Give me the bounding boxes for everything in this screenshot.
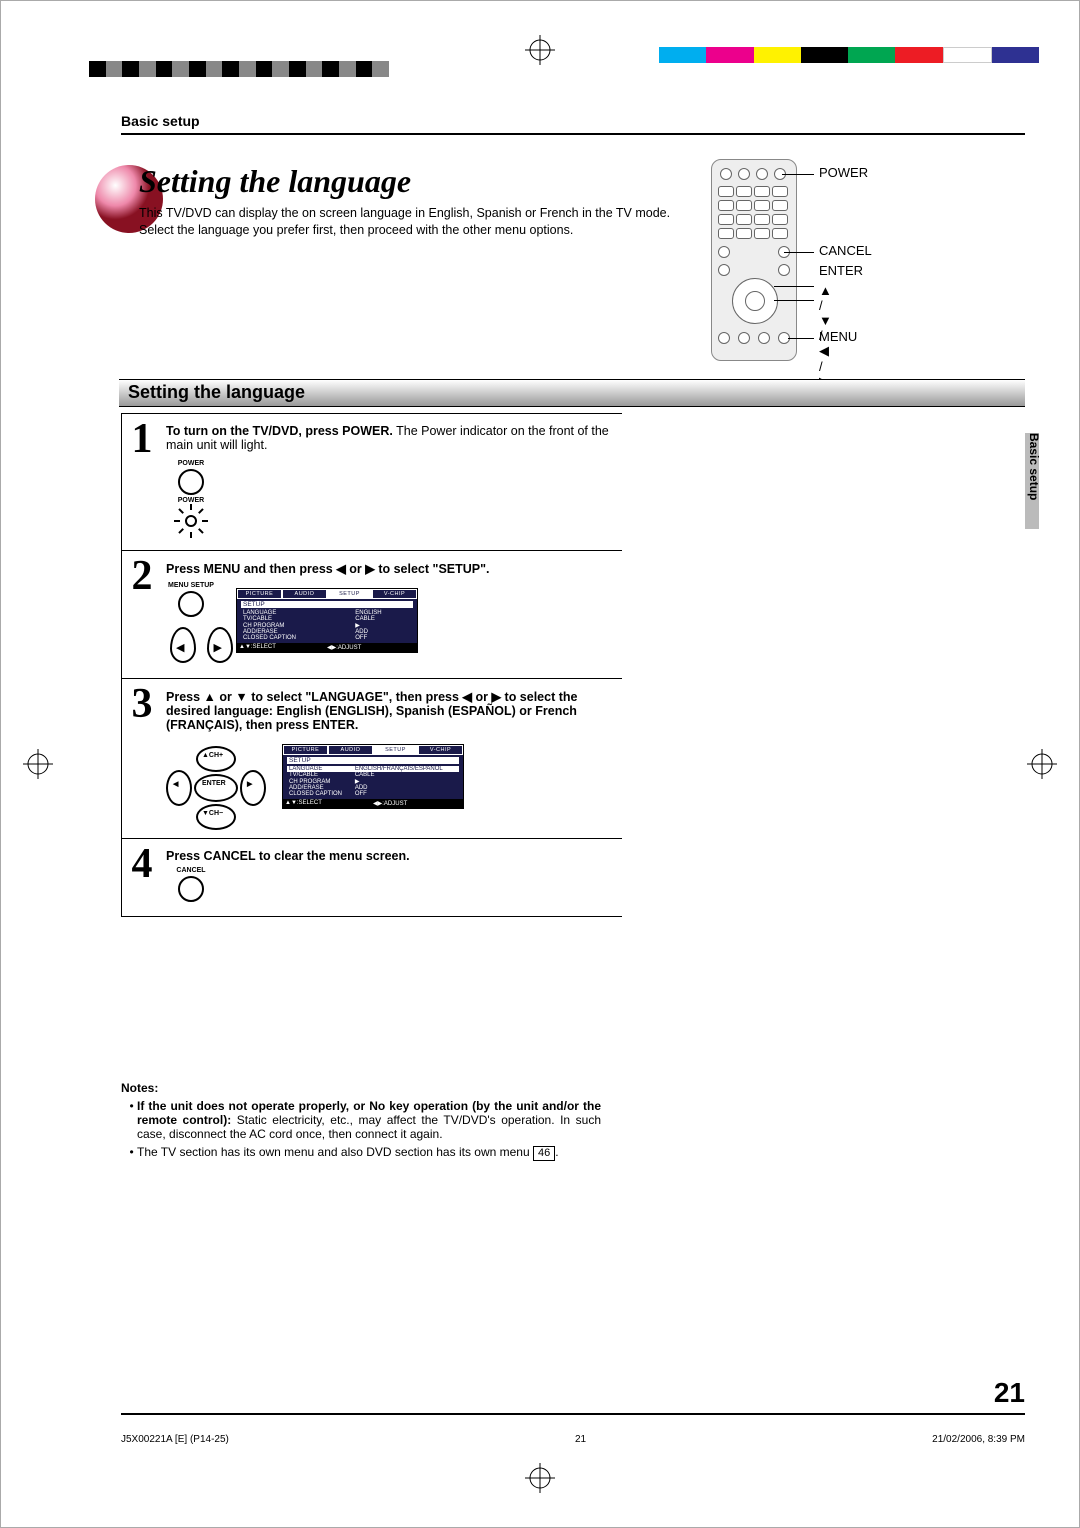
osd-tab: V-CHIP — [418, 745, 463, 755]
osd-tab: SETUP — [373, 745, 418, 755]
step-4: 4 Press CANCEL to clear the menu screen.… — [122, 838, 622, 916]
intro-p1: This TV/DVD can display the on screen la… — [139, 205, 689, 222]
power-button-label: POWER — [166, 460, 216, 467]
crop-mark-top — [525, 35, 555, 65]
osd-footer: ▲▼:SELECT — [239, 644, 327, 651]
step-2: 2 Press MENU and then press ◀ or ▶ to se… — [122, 550, 622, 678]
remote-diagram: POWER CANCEL ENTER ▲ / ▼ / ◀ / ▶ MENU — [711, 159, 797, 361]
osd-footer: ◀▶:ADJUST — [327, 644, 415, 651]
osd-footer: ▲▼:SELECT — [285, 800, 373, 807]
step-3-bold: Press ▲ or ▼ to select "LANGUAGE", then … — [166, 690, 577, 732]
step-2-bold: Press MENU and then press ◀ or ▶ to sele… — [166, 562, 490, 576]
step-1: 1 To turn on the TV/DVD, press POWER. Th… — [122, 413, 622, 550]
osd-tab: SETUP — [327, 589, 372, 599]
step-number: 1 — [122, 414, 162, 550]
note-1: If the unit does not operate properly, o… — [137, 1099, 601, 1141]
dpad-icon: ▲CH+ ▼CH− ENTER ◀ ▶ — [166, 746, 262, 826]
remote-label-menu: MENU — [819, 329, 857, 344]
osd-language-menu: PICTUREAUDIOSETUPV-CHIP SETUP LANGUAGEEN… — [282, 744, 464, 809]
dpad-enter: ENTER — [202, 780, 226, 787]
footer-left: J5X00221A [E] (P14-25) — [121, 1434, 229, 1445]
osd-header: SETUP — [287, 757, 459, 764]
step-3: 3 Press ▲ or ▼ to select "LANGUAGE", the… — [122, 678, 622, 838]
remote-label-cancel: CANCEL — [819, 243, 872, 258]
dpad-left: ◀ — [173, 780, 178, 788]
page-number: 21 — [994, 1377, 1025, 1409]
step-number: 2 — [122, 551, 162, 678]
intro-p2: Select the language you prefer first, th… — [139, 222, 689, 239]
crop-mark-bottom — [525, 1463, 555, 1493]
osd-tab: AUDIO — [328, 745, 373, 755]
dpad-up: ▲CH+ — [202, 752, 223, 759]
step-number: 3 — [122, 679, 162, 838]
osd-rows: LANGUAGEENGLISH/FRANÇAIS/ESPAÑOL TV/CABL… — [287, 766, 459, 797]
header-rule — [121, 133, 1025, 135]
section-bar-title: Setting the language — [128, 379, 305, 405]
power-button-icon — [178, 469, 204, 495]
footer-center: 21 — [575, 1434, 586, 1445]
menu-button-label: MENU SETUP — [166, 582, 216, 589]
steps-container: 1 To turn on the TV/DVD, press POWER. Th… — [121, 413, 622, 917]
remote-label-power: POWER — [819, 165, 868, 180]
notes-header: Notes: — [121, 1081, 601, 1095]
thumb-tab-label: Basic setup — [1027, 433, 1041, 500]
dpad-down: ▼CH− — [202, 810, 223, 817]
step-1-bold: To turn on the TV/DVD, press POWER. — [166, 424, 393, 438]
footer-right: 21/02/2006, 8:39 PM — [932, 1434, 1025, 1445]
osd-setup-menu: PICTUREAUDIOSETUPV-CHIP SETUP LANGUAGEEN… — [236, 588, 418, 653]
crop-mark-right — [1027, 749, 1057, 779]
osd-rows: LANGUAGEENGLISH TV/CABLECABLE CH PROGRAM… — [241, 610, 413, 641]
osd-tab: PICTURE — [283, 745, 328, 755]
section-header: Basic setup — [121, 113, 200, 129]
step-4-bold: Press CANCEL to clear the menu screen. — [166, 849, 410, 863]
power-indicator-label: POWER — [166, 497, 216, 504]
remote-label-enter: ENTER — [819, 263, 863, 278]
osd-header: SETUP — [241, 601, 413, 608]
intro-text: This TV/DVD can display the on screen la… — [139, 205, 689, 239]
notes-section: Notes: If the unit does not operate prop… — [121, 1081, 601, 1165]
note-2-period: . — [555, 1145, 558, 1159]
step-number: 4 — [122, 839, 162, 916]
registration-color-strip — [659, 47, 1039, 63]
thumb-tab: Basic setup — [1025, 433, 1039, 529]
note-2-text: The TV section has its own menu and also… — [137, 1145, 533, 1159]
osd-footer: ◀▶:ADJUST — [373, 800, 461, 807]
osd-tab: PICTURE — [237, 589, 282, 599]
cancel-button-icon — [178, 876, 204, 902]
menu-button-icon — [178, 591, 204, 617]
osd-tab: AUDIO — [282, 589, 327, 599]
manual-page: Basic setup Setting the language This TV… — [0, 0, 1080, 1528]
dpad-right: ▶ — [247, 780, 252, 788]
print-footer: J5X00221A [E] (P14-25) 21 21/02/2006, 8:… — [121, 1434, 1025, 1445]
footer-rule — [121, 1413, 1025, 1415]
page-title: Setting the language — [139, 163, 411, 200]
page-ref-box: 46 — [533, 1146, 555, 1161]
crop-mark-left — [23, 749, 53, 779]
left-arrow-icon: ◀ — [170, 627, 196, 663]
osd-tab: V-CHIP — [372, 589, 417, 599]
cancel-button-label: CANCEL — [166, 867, 216, 874]
power-led-icon — [180, 510, 202, 532]
right-arrow-icon: ▶ — [207, 627, 233, 663]
note-2: The TV section has its own menu and also… — [137, 1145, 601, 1161]
